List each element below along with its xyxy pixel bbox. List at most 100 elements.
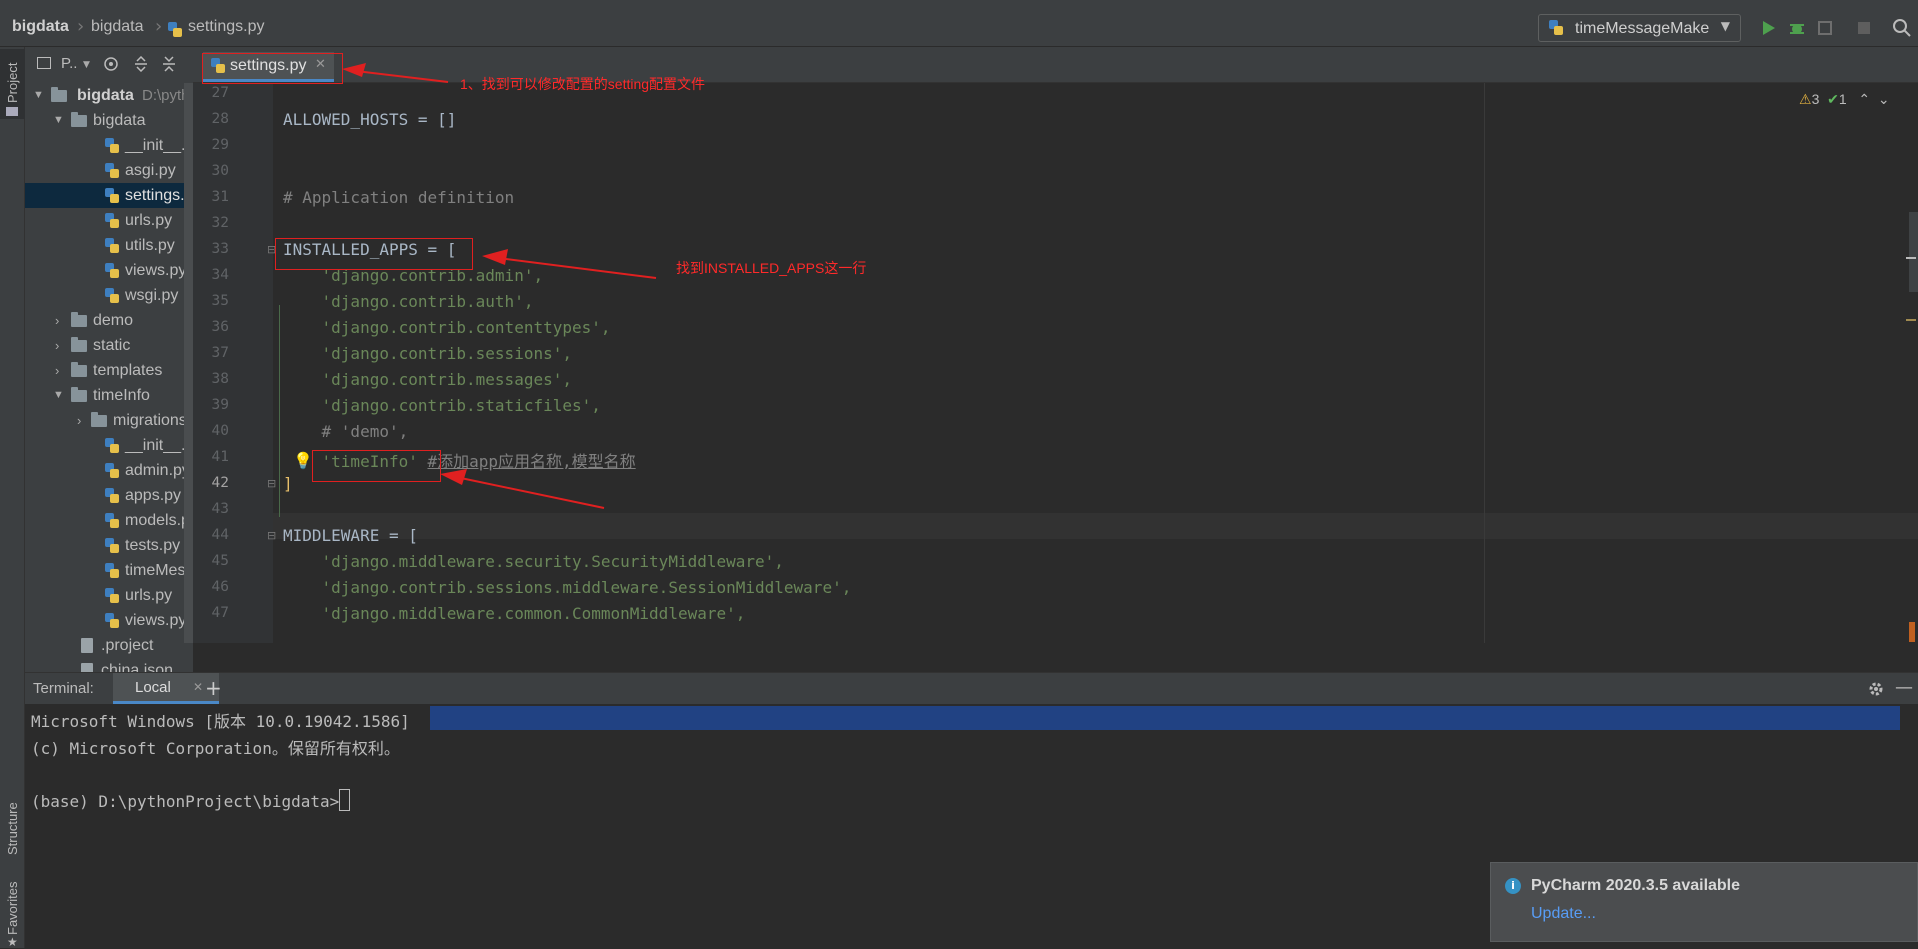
chevron-up-icon[interactable]: ⌃ (1858, 91, 1870, 107)
tree-item-folder[interactable]: › static (25, 333, 193, 358)
project-view-selector[interactable]: P.. (61, 55, 77, 72)
code-line-closing-bracket[interactable]: ] (283, 474, 293, 493)
tree-item-file[interactable]: utils.py (25, 233, 193, 258)
tree-item-file[interactable]: __init__.py (25, 133, 193, 158)
terminal-prompt[interactable]: (base) D:\pythonProject\bigdata> (31, 789, 351, 811)
close-icon[interactable]: ✕ (193, 680, 203, 694)
project-panel: P.. ▼ ▼ bigdata D:\pyth ▼ bigdata __init… (25, 47, 193, 672)
chevron-right-icon[interactable]: › (55, 333, 59, 358)
tree-item-file-selected[interactable]: settings.py (25, 183, 193, 208)
code-line-string[interactable]: 'django.contrib.auth', (283, 292, 534, 311)
tree-item-folder[interactable]: › migrations (25, 408, 193, 433)
search-icon[interactable] (1892, 18, 1912, 38)
tree-item-file[interactable]: views.py (25, 608, 193, 633)
breadcrumb-project[interactable]: bigdata (12, 18, 69, 36)
code-line-string[interactable]: 'django.middleware.security.SecurityMidd… (283, 552, 784, 571)
tree-item-file[interactable]: urls.py (25, 208, 193, 233)
tree-item-file[interactable]: urls.py (25, 583, 193, 608)
typo-check-icon: ✔ (1827, 91, 1839, 107)
tree-item-file[interactable]: wsgi.py (25, 283, 193, 308)
tree-item-folder[interactable]: › demo (25, 308, 193, 333)
breadcrumb-separator: › (77, 16, 85, 37)
tree-item-file[interactable]: asgi.py (25, 158, 193, 183)
code-line-comment[interactable]: # 'demo', (283, 422, 409, 441)
chevron-down-icon[interactable]: ▼ (53, 383, 64, 408)
line-number: 34 (211, 267, 229, 283)
tree-item-file[interactable]: timeMessageMake.py (25, 558, 193, 583)
tree-item-file[interactable]: models.py (25, 508, 193, 533)
line-number: 43 (211, 501, 229, 517)
tree-item-file[interactable]: china.json (25, 658, 193, 672)
collapse-all-icon[interactable] (161, 56, 177, 72)
tree-item-root[interactable]: ▼ bigdata D:\pyth (25, 83, 193, 108)
code-line[interactable]: ALLOWED_HOSTS = [] (283, 110, 456, 129)
code-line-string[interactable]: 'django.contrib.staticfiles', (283, 396, 601, 415)
debug-icon[interactable] (1788, 19, 1806, 37)
locate-icon[interactable] (103, 56, 119, 72)
code-line-string[interactable]: 'django.contrib.messages', (283, 370, 572, 389)
chevron-down-icon[interactable]: ▼ (33, 83, 44, 108)
structure-tool-button[interactable]: Structure (0, 767, 25, 867)
tree-item-file[interactable]: admin.py (25, 458, 193, 483)
tree-item-folder[interactable]: ▼ timeInfo (25, 383, 193, 408)
tree-item-folder[interactable]: › templates (25, 358, 193, 383)
annotation-box-tab (202, 53, 343, 84)
line-number: 38 (211, 371, 229, 387)
chevron-right-icon[interactable]: › (55, 358, 59, 383)
folder-icon (71, 362, 87, 377)
python-file-icon (105, 438, 119, 454)
python-icon (1549, 20, 1563, 40)
terminal-tab-local[interactable]: Local ✕ (113, 673, 219, 704)
tree-item-file[interactable]: views.py (25, 258, 193, 283)
fold-icon[interactable]: ⊟ (267, 477, 276, 490)
tree-item-file[interactable]: tests.py (25, 533, 193, 558)
line-number: 31 (211, 189, 229, 205)
code-line[interactable]: MIDDLEWARE = [ (283, 526, 418, 545)
chevron-down-icon[interactable]: ▼ (53, 108, 64, 133)
run-configuration-selector[interactable]: timeMessageMake ▼ (1538, 14, 1741, 42)
line-number: 27 (211, 85, 229, 101)
tree-item-file[interactable]: apps.py (25, 483, 193, 508)
chevron-down-icon[interactable]: ▼ (83, 60, 90, 70)
line-number-current: 42 (211, 475, 229, 491)
tree-item-file[interactable]: __init__.py (25, 433, 193, 458)
navigation-bar: bigdata › bigdata › settings.py timeMess… (0, 6, 1918, 47)
code-line-string[interactable]: 'django.middleware.common.CommonMiddlewa… (283, 604, 746, 623)
python-file-icon (105, 613, 119, 629)
code-line-string[interactable]: 'django.contrib.sessions', (283, 344, 572, 363)
gear-icon[interactable] (1867, 680, 1885, 698)
file-icon (81, 638, 93, 653)
tree-item-file[interactable]: .project (25, 633, 193, 658)
project-panel-header: P.. ▼ (25, 47, 193, 83)
fold-icon[interactable]: ⊟ (267, 529, 276, 542)
run-icon[interactable] (1760, 20, 1776, 36)
stop-icon[interactable] (1856, 20, 1872, 36)
chevron-right-icon[interactable]: › (77, 408, 81, 433)
line-number: 45 (211, 553, 229, 569)
update-notification[interactable]: i PyCharm 2020.3.5 available Update... (1490, 862, 1918, 942)
breadcrumb-folder[interactable]: bigdata (91, 18, 144, 36)
add-terminal-icon[interactable]: + (205, 676, 222, 700)
tree-item-folder[interactable]: ▼ bigdata (25, 108, 193, 133)
code-line-string[interactable]: 'django.contrib.sessions.middleware.Sess… (283, 578, 852, 597)
minimize-icon[interactable]: — (1895, 677, 1913, 698)
coverage-icon[interactable] (1816, 19, 1834, 37)
inspection-widget[interactable]: ⚠3 ✔1 ⌃ ⌄ (1799, 91, 1890, 108)
project-scrollbar[interactable] (184, 83, 193, 643)
lightbulb-icon[interactable]: 💡 (293, 451, 313, 470)
update-link[interactable]: Update... (1531, 905, 1596, 923)
code-line-comment[interactable]: # Application definition (283, 188, 514, 207)
terminal-header: Terminal: Local ✕ + — (25, 672, 1918, 704)
favorites-tool-button[interactable]: Favorites ★ (0, 867, 25, 949)
expand-all-icon[interactable] (133, 56, 149, 72)
annotation-arrow (342, 63, 449, 83)
chevron-down-icon[interactable]: ⌄ (1878, 91, 1890, 107)
folder-icon (91, 412, 107, 427)
code-line-string[interactable]: 'django.contrib.contenttypes', (283, 318, 611, 337)
editor-scrollbar[interactable] (1909, 212, 1918, 292)
python-file-icon (105, 263, 119, 279)
terminal-line: Microsoft Windows [版本 10.0.19042.1586] (31, 712, 410, 731)
breadcrumb-file[interactable]: settings.py (188, 18, 264, 36)
chevron-right-icon[interactable]: › (55, 308, 59, 333)
project-tool-button[interactable]: Project (0, 49, 25, 119)
